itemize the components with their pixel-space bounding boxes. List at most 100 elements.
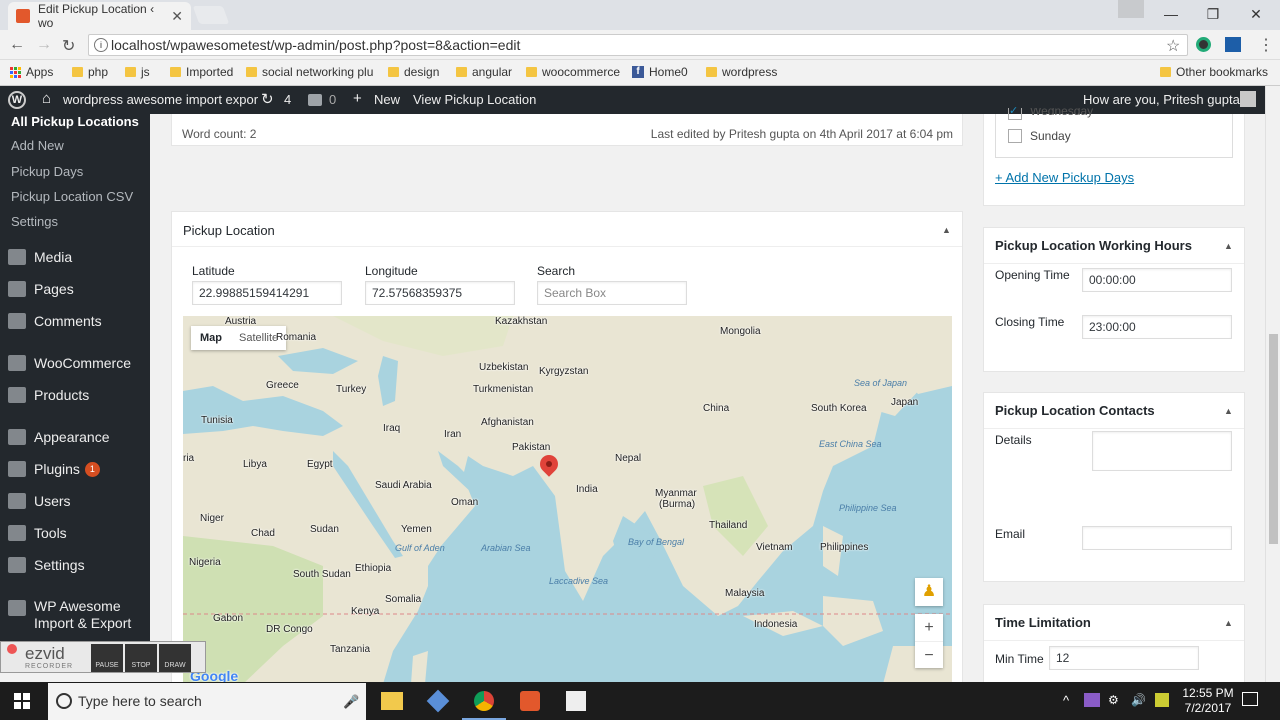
longitude-input[interactable]: 72.57568359375 bbox=[365, 281, 515, 305]
bookmark-woocommerce[interactable]: woocommerce bbox=[526, 65, 620, 79]
submenu-pickup-location-csv[interactable]: Pickup Location CSV bbox=[11, 189, 133, 204]
menu-plugins[interactable]: Plugins 1 bbox=[0, 455, 150, 483]
street-view-pegman-icon[interactable]: ♟ bbox=[915, 578, 943, 606]
greeting-text[interactable]: How are you, Pritesh gupta? bbox=[1083, 92, 1247, 107]
home-icon[interactable]: ⌂ bbox=[42, 90, 51, 107]
map-label: India bbox=[576, 484, 598, 495]
zoom-out-button[interactable]: − bbox=[915, 641, 943, 668]
new-content-link[interactable]: New bbox=[374, 92, 400, 107]
bookmark-js[interactable]: js bbox=[125, 65, 150, 79]
email-input[interactable] bbox=[1082, 526, 1232, 550]
collapse-toggle-icon[interactable]: ▲ bbox=[942, 225, 951, 235]
google-map[interactable]: Map Satellite Kazakhstan Mongolia Austria R… bbox=[183, 316, 952, 684]
closing-time-input[interactable]: 23:00:00 bbox=[1082, 315, 1232, 339]
menu-pages[interactable]: Pages bbox=[0, 275, 150, 303]
bookmark-social[interactable]: social networking plu bbox=[246, 65, 373, 79]
details-textarea[interactable] bbox=[1092, 431, 1232, 471]
bookmark-php[interactable]: php bbox=[72, 65, 108, 79]
scrollbar-thumb[interactable] bbox=[1269, 334, 1278, 544]
close-window-icon[interactable]: ✕ bbox=[1241, 4, 1271, 24]
profile-icon[interactable] bbox=[1118, 0, 1144, 18]
back-icon[interactable]: ← bbox=[9, 36, 25, 54]
extension-2-icon[interactable] bbox=[1225, 37, 1241, 52]
latitude-input[interactable]: 22.99885159414291 bbox=[192, 281, 342, 305]
bookmark-home0[interactable]: f Home0 bbox=[632, 65, 688, 79]
app-orange-icon[interactable] bbox=[520, 691, 540, 711]
menu-products[interactable]: Products bbox=[0, 381, 150, 409]
bookmark-imported[interactable]: Imported bbox=[170, 65, 233, 79]
draw-button[interactable]: DRAW bbox=[159, 644, 191, 672]
min-time-input[interactable]: 12 bbox=[1049, 646, 1199, 670]
zoom-in-button[interactable]: + bbox=[915, 614, 943, 641]
tray-chevron-icon[interactable]: ^ bbox=[1063, 693, 1069, 708]
bookmark-wordpress[interactable]: wordpress bbox=[706, 65, 777, 79]
updates-icon[interactable]: ↻ bbox=[261, 90, 274, 108]
collapse-toggle-icon[interactable]: ▲ bbox=[1224, 406, 1233, 416]
collapse-toggle-icon[interactable]: ▲ bbox=[1224, 241, 1233, 251]
submenu-settings[interactable]: Settings bbox=[11, 214, 58, 229]
windows-start-icon[interactable] bbox=[14, 693, 30, 709]
bookmark-apps[interactable]: Apps bbox=[10, 65, 53, 79]
network-icon[interactable]: ⚙ bbox=[1108, 693, 1119, 707]
submenu-all-pickup-locations[interactable]: All Pickup Locations bbox=[11, 114, 139, 129]
extension-icon[interactable] bbox=[1196, 37, 1211, 52]
comments-count[interactable]: 0 bbox=[329, 92, 336, 107]
search-label: Search bbox=[537, 264, 576, 278]
map-label: Thailand bbox=[709, 520, 748, 531]
updates-count[interactable]: 4 bbox=[284, 92, 291, 107]
bookmark-design[interactable]: design bbox=[388, 65, 439, 79]
avatar[interactable] bbox=[1240, 91, 1256, 107]
tray-app-2-icon[interactable] bbox=[1155, 693, 1169, 707]
menu-woocommerce[interactable]: WooCommerce bbox=[0, 349, 150, 377]
view-pickup-location-link[interactable]: View Pickup Location bbox=[413, 92, 536, 107]
menu-comments[interactable]: Comments bbox=[0, 307, 150, 335]
submenu-add-new[interactable]: Add New bbox=[11, 138, 64, 153]
photos-icon[interactable] bbox=[566, 691, 586, 711]
sunday-checkbox[interactable] bbox=[1008, 129, 1022, 143]
bookmark-other[interactable]: Other bookmarks bbox=[1160, 65, 1268, 79]
file-explorer-icon[interactable] bbox=[381, 692, 403, 710]
menu-dots-icon[interactable]: ⋮ bbox=[1258, 35, 1274, 55]
action-center-icon[interactable] bbox=[1242, 692, 1258, 706]
restore-icon[interactable]: ❐ bbox=[1198, 4, 1228, 24]
site-name-link[interactable]: wordpress awesome import expor bbox=[63, 92, 258, 107]
minimize-icon[interactable]: — bbox=[1156, 4, 1186, 24]
map-search-input[interactable]: Search Box bbox=[537, 281, 687, 305]
collapse-toggle-icon[interactable]: ▲ bbox=[1224, 618, 1233, 628]
info-icon[interactable]: i bbox=[94, 38, 108, 52]
map-tab[interactable]: Map bbox=[191, 326, 231, 350]
bookmark-angular[interactable]: angular bbox=[456, 65, 512, 79]
menu-wp-awesome-import-export[interactable]: WP Awesome Import & Export bbox=[0, 598, 150, 634]
menu-users[interactable]: Users bbox=[0, 487, 150, 515]
tray-clock[interactable]: 12:55 PM 7/2/2017 bbox=[1180, 686, 1236, 716]
menu-appearance[interactable]: Appearance bbox=[0, 423, 150, 451]
opening-time-input[interactable]: 00:00:00 bbox=[1082, 268, 1232, 292]
new-tab-button[interactable] bbox=[192, 6, 230, 24]
stop-button[interactable]: STOP bbox=[125, 644, 157, 672]
browser-tab[interactable]: Edit Pickup Location ‹ wo ✕ bbox=[8, 2, 191, 30]
bookmark-label: social networking plu bbox=[262, 65, 374, 79]
menu-settings[interactable]: Settings bbox=[0, 551, 150, 579]
add-new-pickup-days-link[interactable]: + Add New Pickup Days bbox=[995, 170, 1134, 185]
submenu-pickup-days[interactable]: Pickup Days bbox=[11, 164, 83, 179]
url-input[interactable]: i localhost/wpawesometest/wp-admin/post.… bbox=[88, 34, 1188, 56]
star-icon[interactable]: ☆ bbox=[1166, 36, 1180, 56]
page-scrollbar[interactable] bbox=[1265, 86, 1280, 682]
reload-icon[interactable]: ↻ bbox=[62, 36, 75, 56]
volume-icon[interactable]: 🔊 bbox=[1131, 693, 1146, 707]
menu-media[interactable]: Media bbox=[0, 243, 150, 271]
comments-icon[interactable] bbox=[308, 94, 322, 106]
plus-icon[interactable]: + bbox=[353, 90, 362, 107]
tools-icon bbox=[8, 525, 26, 541]
tray-app-icon[interactable] bbox=[1084, 693, 1100, 707]
chrome-icon[interactable] bbox=[474, 691, 494, 711]
folder-icon bbox=[456, 67, 467, 77]
pause-button[interactable]: PAUSE bbox=[91, 644, 123, 672]
close-tab-icon[interactable]: ✕ bbox=[171, 8, 183, 25]
microphone-icon[interactable]: 🎤 bbox=[343, 683, 359, 720]
forward-icon[interactable]: → bbox=[36, 36, 52, 54]
taskbar-search-input[interactable]: Type here to search 🎤 bbox=[48, 683, 366, 720]
menu-tools[interactable]: Tools bbox=[0, 519, 150, 547]
wordpress-logo-icon[interactable]: W bbox=[8, 91, 26, 109]
wednesday-checkbox[interactable]: ✓ bbox=[1008, 106, 1022, 120]
